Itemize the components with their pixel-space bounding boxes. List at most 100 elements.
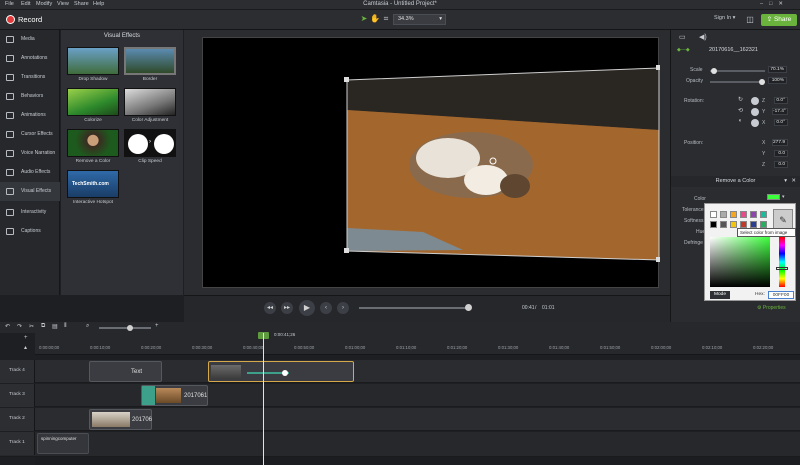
sidebar-item-transitions[interactable]: Transitions bbox=[0, 68, 60, 87]
mode-button[interactable]: Mode bbox=[710, 291, 730, 299]
rotate-y-dial[interactable] bbox=[751, 108, 759, 116]
sidebar-item-interactivity[interactable]: Interactivity bbox=[0, 203, 60, 222]
pan-tool-icon[interactable]: ✋ bbox=[370, 14, 380, 24]
opacity-slider-knob[interactable] bbox=[759, 79, 765, 85]
media-clip[interactable]: 201706 bbox=[89, 409, 152, 430]
split-icon[interactable]: ⫴ bbox=[64, 323, 67, 330]
swatch-white[interactable] bbox=[710, 211, 717, 218]
opacity-value[interactable]: 100% bbox=[768, 77, 787, 84]
undo-icon[interactable]: ↶ bbox=[5, 323, 10, 330]
scrub-bar[interactable] bbox=[359, 307, 471, 309]
transition-marker[interactable] bbox=[142, 386, 155, 405]
effect-hotspot-thumb[interactable]: TechSmith.com bbox=[67, 170, 119, 198]
swatch-pink[interactable] bbox=[740, 211, 747, 218]
swatch-yellow[interactable] bbox=[730, 221, 737, 228]
crop-tool-icon[interactable]: ⌗ bbox=[381, 14, 391, 24]
hex-input[interactable]: 00FF00 bbox=[768, 291, 794, 299]
record-button[interactable]: Record bbox=[18, 15, 42, 24]
collapse-icon[interactable]: ▾ bbox=[784, 176, 787, 187]
effect-color-adjustment-thumb[interactable] bbox=[124, 88, 176, 116]
swatch-navy[interactable] bbox=[750, 221, 757, 228]
hue-slider-handle[interactable] bbox=[776, 267, 788, 270]
zoom-in-icon[interactable]: + bbox=[155, 323, 159, 329]
collapse-tracks-icon[interactable]: ▴ bbox=[24, 344, 27, 351]
track-4-header[interactable]: Track 4 bbox=[0, 360, 35, 383]
preview-canvas[interactable] bbox=[202, 37, 660, 288]
opacity-slider[interactable] bbox=[710, 81, 765, 83]
track-3-header[interactable]: Track 3 bbox=[0, 384, 35, 407]
properties-button[interactable]: ⚙ Properties bbox=[757, 305, 793, 314]
sidebar-item-annotations[interactable]: Annotations bbox=[0, 49, 60, 68]
swatch-black[interactable] bbox=[710, 221, 717, 228]
cut-icon[interactable]: ✂ bbox=[29, 323, 34, 330]
scrub-knob[interactable] bbox=[465, 304, 472, 311]
rotate-x-dial[interactable] bbox=[751, 119, 759, 127]
swatch-purple[interactable] bbox=[750, 211, 757, 218]
scale-slider-knob[interactable] bbox=[711, 68, 717, 74]
sidebar-item-animations[interactable]: Animations bbox=[0, 106, 60, 125]
effect-border-thumb[interactable] bbox=[124, 47, 176, 75]
rotation-z-value[interactable]: 0.0° bbox=[774, 97, 788, 104]
swatch-darkgray[interactable] bbox=[720, 221, 727, 228]
previous-button[interactable]: ‹ bbox=[320, 302, 332, 314]
visual-properties-tab-icon[interactable]: ▭ bbox=[679, 33, 686, 41]
rotate-z-dial[interactable] bbox=[751, 97, 759, 105]
swatch-orange[interactable] bbox=[730, 211, 737, 218]
timeline-zoom-slider[interactable] bbox=[99, 327, 151, 329]
sign-in-link[interactable]: Sign In ▾ bbox=[714, 15, 735, 21]
scale-slider[interactable] bbox=[710, 70, 765, 72]
copy-icon[interactable]: ⧉ bbox=[41, 323, 45, 330]
close-icon[interactable]: ✕ bbox=[791, 176, 796, 187]
track-2-header[interactable]: Track 2 bbox=[0, 408, 35, 431]
resize-handle[interactable] bbox=[344, 248, 349, 253]
audio-clip[interactable]: spinningcomputer bbox=[37, 433, 89, 454]
effect-drop-shadow-thumb[interactable] bbox=[67, 47, 119, 75]
resize-handle[interactable] bbox=[656, 257, 660, 262]
color-swatch-button[interactable] bbox=[767, 194, 780, 200]
timeline-ruler[interactable]: 0:00:00;00 0:00:10;00 0:00:20;00 0:00:30… bbox=[35, 333, 800, 355]
sidebar-item-media[interactable]: Media bbox=[0, 30, 60, 49]
timeline-zoom-knob[interactable] bbox=[127, 325, 133, 331]
text-clip[interactable]: Text bbox=[89, 361, 162, 382]
step-back-button[interactable]: ◂◂ bbox=[264, 302, 276, 314]
swatch-teal[interactable] bbox=[760, 211, 767, 218]
selected-media-clip[interactable] bbox=[208, 361, 354, 382]
media-clip[interactable]: 2017061 bbox=[141, 385, 208, 406]
record-icon[interactable] bbox=[6, 15, 15, 24]
track-1-header[interactable]: Track 1 bbox=[0, 432, 35, 455]
saturation-value-picker[interactable] bbox=[710, 237, 770, 287]
audio-properties-tab-icon[interactable]: ◀) bbox=[699, 33, 707, 41]
eyedropper-button[interactable]: ✎ bbox=[773, 209, 793, 229]
sidebar-item-cursor-effects[interactable]: Cursor Effects bbox=[0, 125, 60, 144]
position-z-value[interactable]: 0.0 bbox=[774, 161, 788, 168]
remove-color-header[interactable]: Remove a Color ✕ ▾ bbox=[671, 176, 800, 187]
sidebar-item-behaviors[interactable]: Behaviors bbox=[0, 87, 60, 106]
position-x-value[interactable]: 277.9 bbox=[772, 139, 788, 146]
keyframe-marker[interactable] bbox=[282, 370, 288, 376]
step-forward-button[interactable]: ▸▸ bbox=[281, 302, 293, 314]
next-button[interactable]: › bbox=[337, 302, 349, 314]
position-y-value[interactable]: 0.0 bbox=[774, 150, 788, 157]
add-track-icon[interactable]: + bbox=[24, 335, 28, 341]
sidebar-item-audio-effects[interactable]: Audio Effects bbox=[0, 163, 60, 182]
swatch-red[interactable] bbox=[740, 221, 747, 228]
timeline-scrollbar[interactable] bbox=[35, 457, 800, 465]
sidebar-item-captions[interactable]: Captions bbox=[0, 222, 60, 241]
redo-icon[interactable]: ↷ bbox=[17, 323, 22, 330]
hue-slider[interactable] bbox=[779, 237, 785, 287]
resize-handle[interactable] bbox=[344, 77, 349, 82]
zoom-out-icon[interactable]: ⌕ bbox=[86, 323, 89, 330]
sidebar-item-voice-narration[interactable]: Voice Narration bbox=[0, 144, 60, 163]
effect-colorize-thumb[interactable] bbox=[67, 88, 119, 116]
window-controls[interactable]: –□✕ bbox=[760, 1, 789, 7]
rotation-y-value[interactable]: -17.4° bbox=[772, 108, 788, 115]
chevron-down-icon[interactable]: ▾ bbox=[782, 194, 785, 200]
rotation-x-value[interactable]: 0.0° bbox=[774, 119, 788, 126]
zoom-dropdown[interactable]: 34.3% ▾ bbox=[393, 14, 446, 25]
notifications-icon[interactable]: ◫ bbox=[745, 15, 755, 25]
pointer-tool-icon[interactable]: ➤ bbox=[359, 14, 369, 24]
resize-handle[interactable] bbox=[656, 65, 660, 70]
swatch-green[interactable] bbox=[760, 221, 767, 228]
effect-remove-color-thumb[interactable] bbox=[67, 129, 119, 157]
sidebar-item-visual-effects[interactable]: Visual Effects bbox=[0, 182, 60, 201]
